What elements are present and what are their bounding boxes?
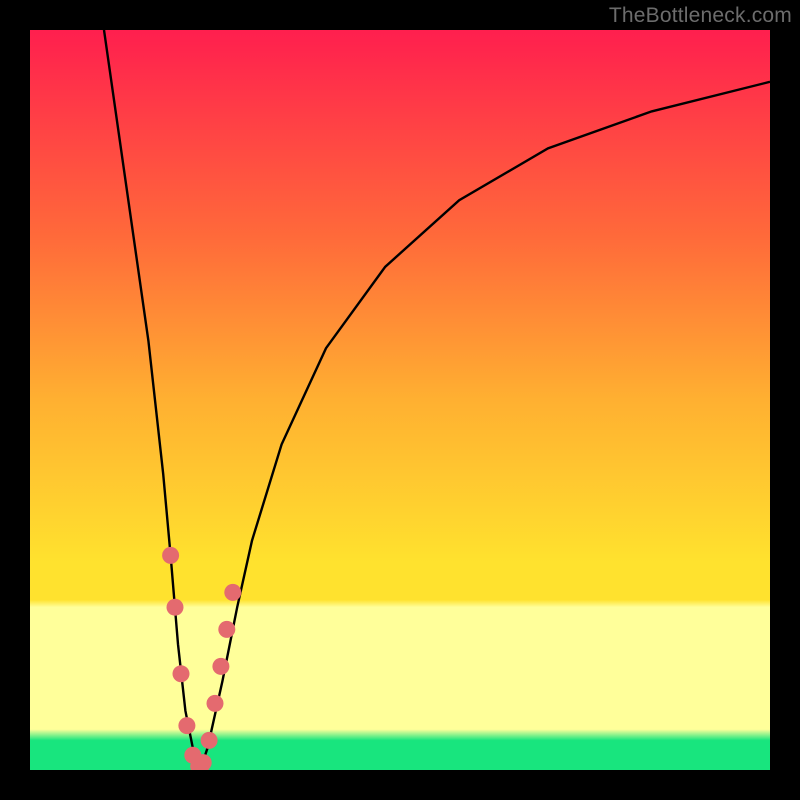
marker-group [162,547,241,770]
bottleneck-curve [104,30,770,770]
curve-marker [167,599,184,616]
curve-layer [30,30,770,770]
curve-marker [178,717,195,734]
plot-area [30,30,770,770]
curve-marker [162,547,179,564]
figure-frame: TheBottleneck.com [0,0,800,800]
curve-marker [224,584,241,601]
curve-marker [201,732,218,749]
curve-marker [212,658,229,675]
watermark-text: TheBottleneck.com [609,4,792,28]
curve-marker [218,621,235,638]
curve-marker [173,665,190,682]
curve-marker [207,695,224,712]
